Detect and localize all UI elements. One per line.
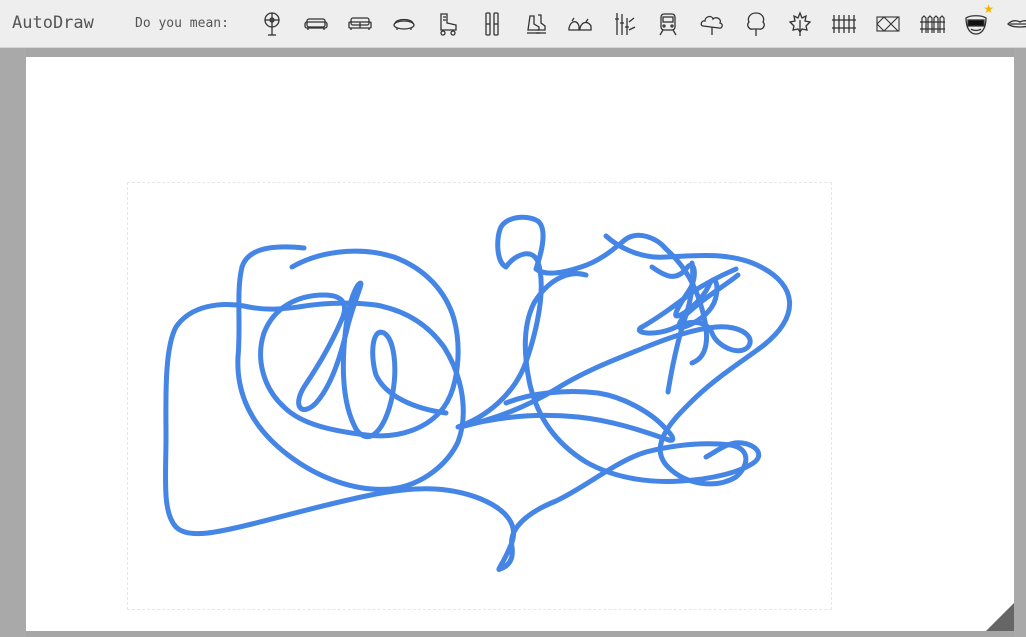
drawing-canvas[interactable] xyxy=(26,57,1014,631)
right-gutter xyxy=(1014,48,1026,637)
suggestion-couch[interactable] xyxy=(294,6,338,42)
suggestion-fan[interactable] xyxy=(250,6,294,42)
ice-skates-icon xyxy=(527,14,546,34)
suggestion-roller-skate[interactable] xyxy=(426,6,470,42)
picket-fence-icon xyxy=(920,15,945,33)
fan-icon xyxy=(264,12,280,36)
suggestion-list: ★ xyxy=(250,2,1026,42)
suggestion-bamboo[interactable] xyxy=(602,6,646,42)
left-gutter xyxy=(0,48,26,637)
user-scribble xyxy=(162,214,793,573)
train-icon xyxy=(659,13,677,36)
top-bar: AutoDraw Do you mean: ★ xyxy=(0,0,1026,48)
suggestion-lattice-fence[interactable] xyxy=(866,6,910,42)
roller-skate-icon xyxy=(440,13,457,36)
suggestion-lips[interactable] xyxy=(998,6,1026,42)
suggestion-fence[interactable] xyxy=(822,6,866,42)
app-logo[interactable]: AutoDraw xyxy=(12,13,94,33)
suggestion-skis[interactable] xyxy=(470,6,514,42)
suggestion-picket-fence[interactable] xyxy=(910,6,954,42)
suggestion-animals[interactable] xyxy=(558,6,602,42)
maple-leaf-icon xyxy=(788,11,812,36)
scribble-stroke-loop-middle xyxy=(455,214,710,430)
scribble-stroke-loop-left xyxy=(258,248,461,440)
suggestion-sofa[interactable] xyxy=(338,6,382,42)
cloud-tree-icon xyxy=(700,15,723,35)
suggestion-maple-leaf[interactable] xyxy=(778,6,822,42)
scribble-stroke-loop-right xyxy=(522,271,762,484)
fence-icon xyxy=(832,15,856,33)
suggestion-label: Do you mean: xyxy=(135,16,229,31)
skis-icon xyxy=(485,12,499,36)
lattice-fence-icon xyxy=(876,16,900,32)
loveseat-icon xyxy=(393,18,415,30)
sofa-icon xyxy=(348,17,372,30)
suggestion-ice-skates[interactable] xyxy=(514,6,558,42)
suggestion-tree[interactable] xyxy=(734,6,778,42)
resize-handle-icon[interactable] xyxy=(986,603,1014,631)
animals-icon xyxy=(568,17,592,31)
suggestion-cloud-tree[interactable] xyxy=(690,6,734,42)
lips-icon xyxy=(1007,20,1026,28)
couch-icon xyxy=(304,18,328,30)
suggestion-loveseat[interactable] xyxy=(382,6,426,42)
featured-star-icon: ★ xyxy=(983,2,994,16)
suggestion-train[interactable] xyxy=(646,6,690,42)
tree-icon xyxy=(747,12,765,36)
bamboo-icon xyxy=(615,13,636,35)
suggestion-mouth[interactable]: ★ xyxy=(954,2,998,42)
